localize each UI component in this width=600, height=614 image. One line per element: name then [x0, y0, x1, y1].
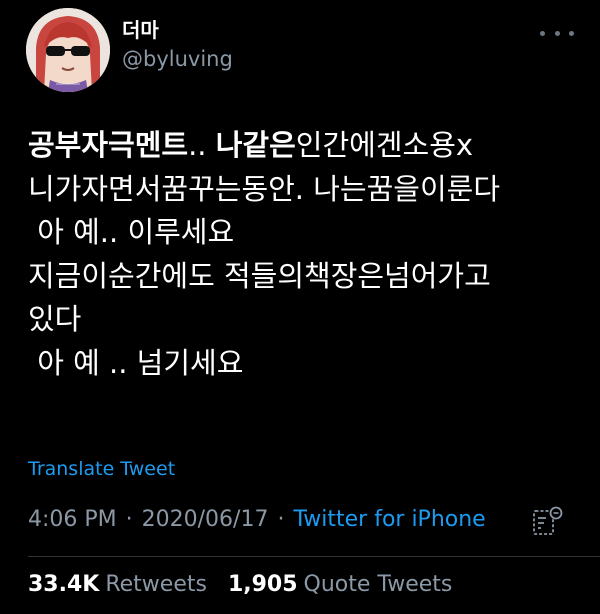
retweets-count: 33.4K [28, 572, 100, 597]
tweet-text-line: 니가자면서꿈꾸는동안. 나는꿈을이룬다 [28, 168, 588, 212]
quote-tweets-count: 1,905 [227, 572, 298, 597]
tweet-text-line: 아 예.. 이루세요 [28, 211, 588, 255]
tweet-text-line: 아 예 .. 넘기세요 [28, 342, 588, 386]
tweet-date: 2020/06/17 [141, 507, 269, 532]
tweet-meta: 4:06 PM · 2020/06/17 · Twitter for iPhon… [28, 507, 486, 532]
tweet-text-bold-run: 공부자극멘트 [28, 128, 189, 162]
tweet-card: 더마 @byluving 공부자극멘트.. 나같은인간에겐소용x 니가자면서꿈꾸는… [0, 0, 600, 614]
tweet-text: 공부자극멘트.. 나같은인간에겐소용x 니가자면서꿈꾸는동안. 나는꿈을이룬다 아… [28, 124, 588, 385]
tweet-text-run: 니가자면서꿈꾸는동안. 나는꿈을이룬다 [28, 171, 500, 206]
tweet-text-run: 지금이순간에도 적들의책장은넘어가고 [28, 258, 491, 293]
tweet-text-run: 아 예.. 이루세요 [28, 215, 235, 249]
quote-tweets-label: Quote Tweets [303, 572, 453, 597]
retweets-label: Retweets [105, 572, 207, 597]
tweet-source-link[interactable]: Twitter for iPhone [293, 507, 485, 532]
quote-tweets-stat[interactable]: 1,905 Quote Tweets [228, 572, 452, 597]
tweet-text-line: 지금이순간에도 적들의책장은넘어가고 [28, 255, 588, 299]
engagement-stats: 33.4K Retweets 1,905 Quote Tweets [28, 572, 466, 597]
retweets-stat[interactable]: 33.4K Retweets [28, 572, 207, 597]
analytics-icon[interactable] [530, 504, 564, 538]
more-dot [569, 30, 574, 36]
divider [28, 556, 600, 557]
author-block: 더마 @byluving [122, 16, 233, 74]
avatar-illustration [26, 8, 110, 92]
more-dot [540, 30, 545, 36]
avatar[interactable] [26, 8, 110, 92]
more-horizontal-icon[interactable] [540, 26, 574, 40]
tweet-text-run: .. [188, 128, 216, 162]
tweet-text-line: 공부자극멘트.. 나같은인간에겐소용x [28, 124, 588, 168]
translate-tweet-link[interactable]: Translate Tweet [28, 458, 175, 480]
tweet-text-run: 있다 [28, 302, 82, 336]
meta-separator: · [125, 507, 133, 532]
user-handle[interactable]: @byluving [122, 44, 233, 74]
tweet-time: 4:06 PM [28, 507, 117, 532]
more-dot [554, 30, 560, 36]
tweet-text-run: 아 예 .. 넘기세요 [28, 345, 244, 380]
meta-separator: · [277, 507, 285, 532]
tweet-text-run: 인간에겐소용x [295, 128, 474, 162]
display-name[interactable]: 더마 [122, 16, 233, 44]
analytics-glyph [533, 506, 563, 535]
tweet-text-line: 있다 [28, 298, 588, 342]
tweet-text-bold-run: 나같은 [215, 128, 296, 162]
